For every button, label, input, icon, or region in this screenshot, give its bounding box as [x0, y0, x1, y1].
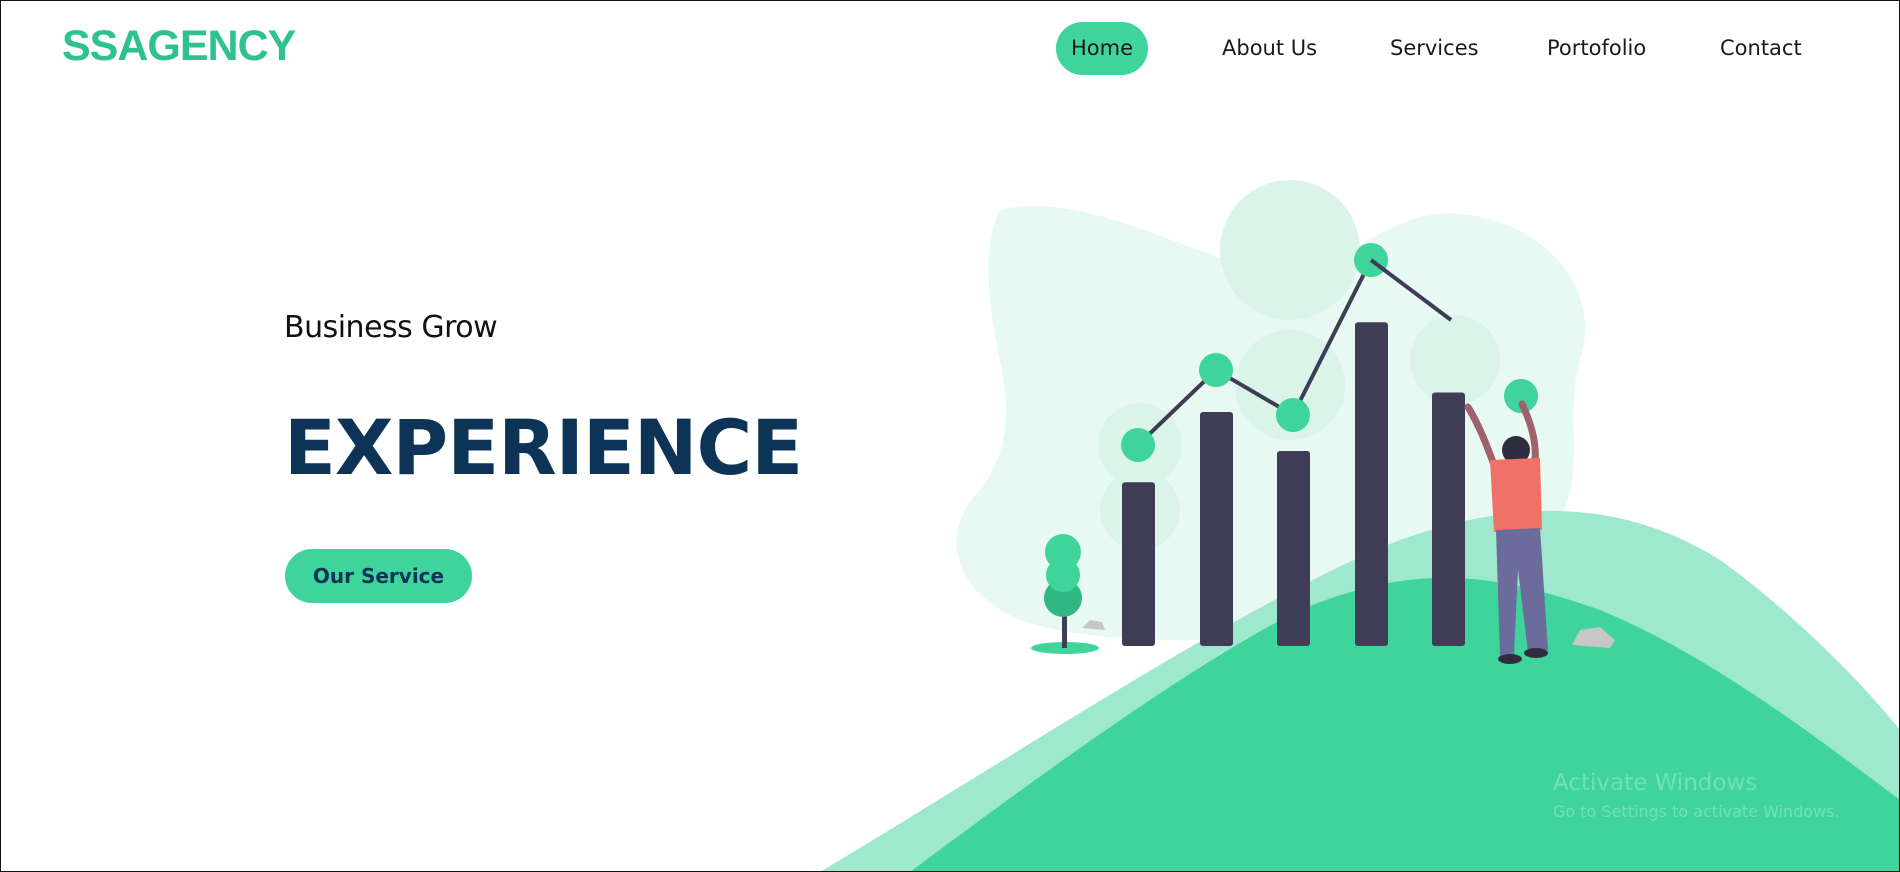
- bar: [1277, 451, 1310, 646]
- bar: [1355, 322, 1388, 646]
- blob-circle: [1410, 315, 1500, 405]
- bar: [1122, 482, 1155, 646]
- watermark-subtitle: Go to Settings to activate Windows.: [1553, 802, 1840, 821]
- trend-dot: [1121, 428, 1155, 462]
- bar: [1432, 392, 1465, 646]
- blob-circle: [1220, 180, 1360, 320]
- bar: [1200, 412, 1233, 646]
- tree-leaf: [1045, 534, 1081, 570]
- business-growth-illustration: [820, 180, 1900, 872]
- trend-dot: [1276, 398, 1310, 432]
- person-shoe: [1498, 654, 1522, 664]
- activation-watermark: Activate Windows Go to Settings to activ…: [1553, 770, 1840, 821]
- person-shoe: [1524, 648, 1548, 658]
- trend-dot: [1199, 353, 1233, 387]
- watermark-title: Activate Windows: [1553, 770, 1758, 796]
- person-shirt: [1490, 458, 1542, 532]
